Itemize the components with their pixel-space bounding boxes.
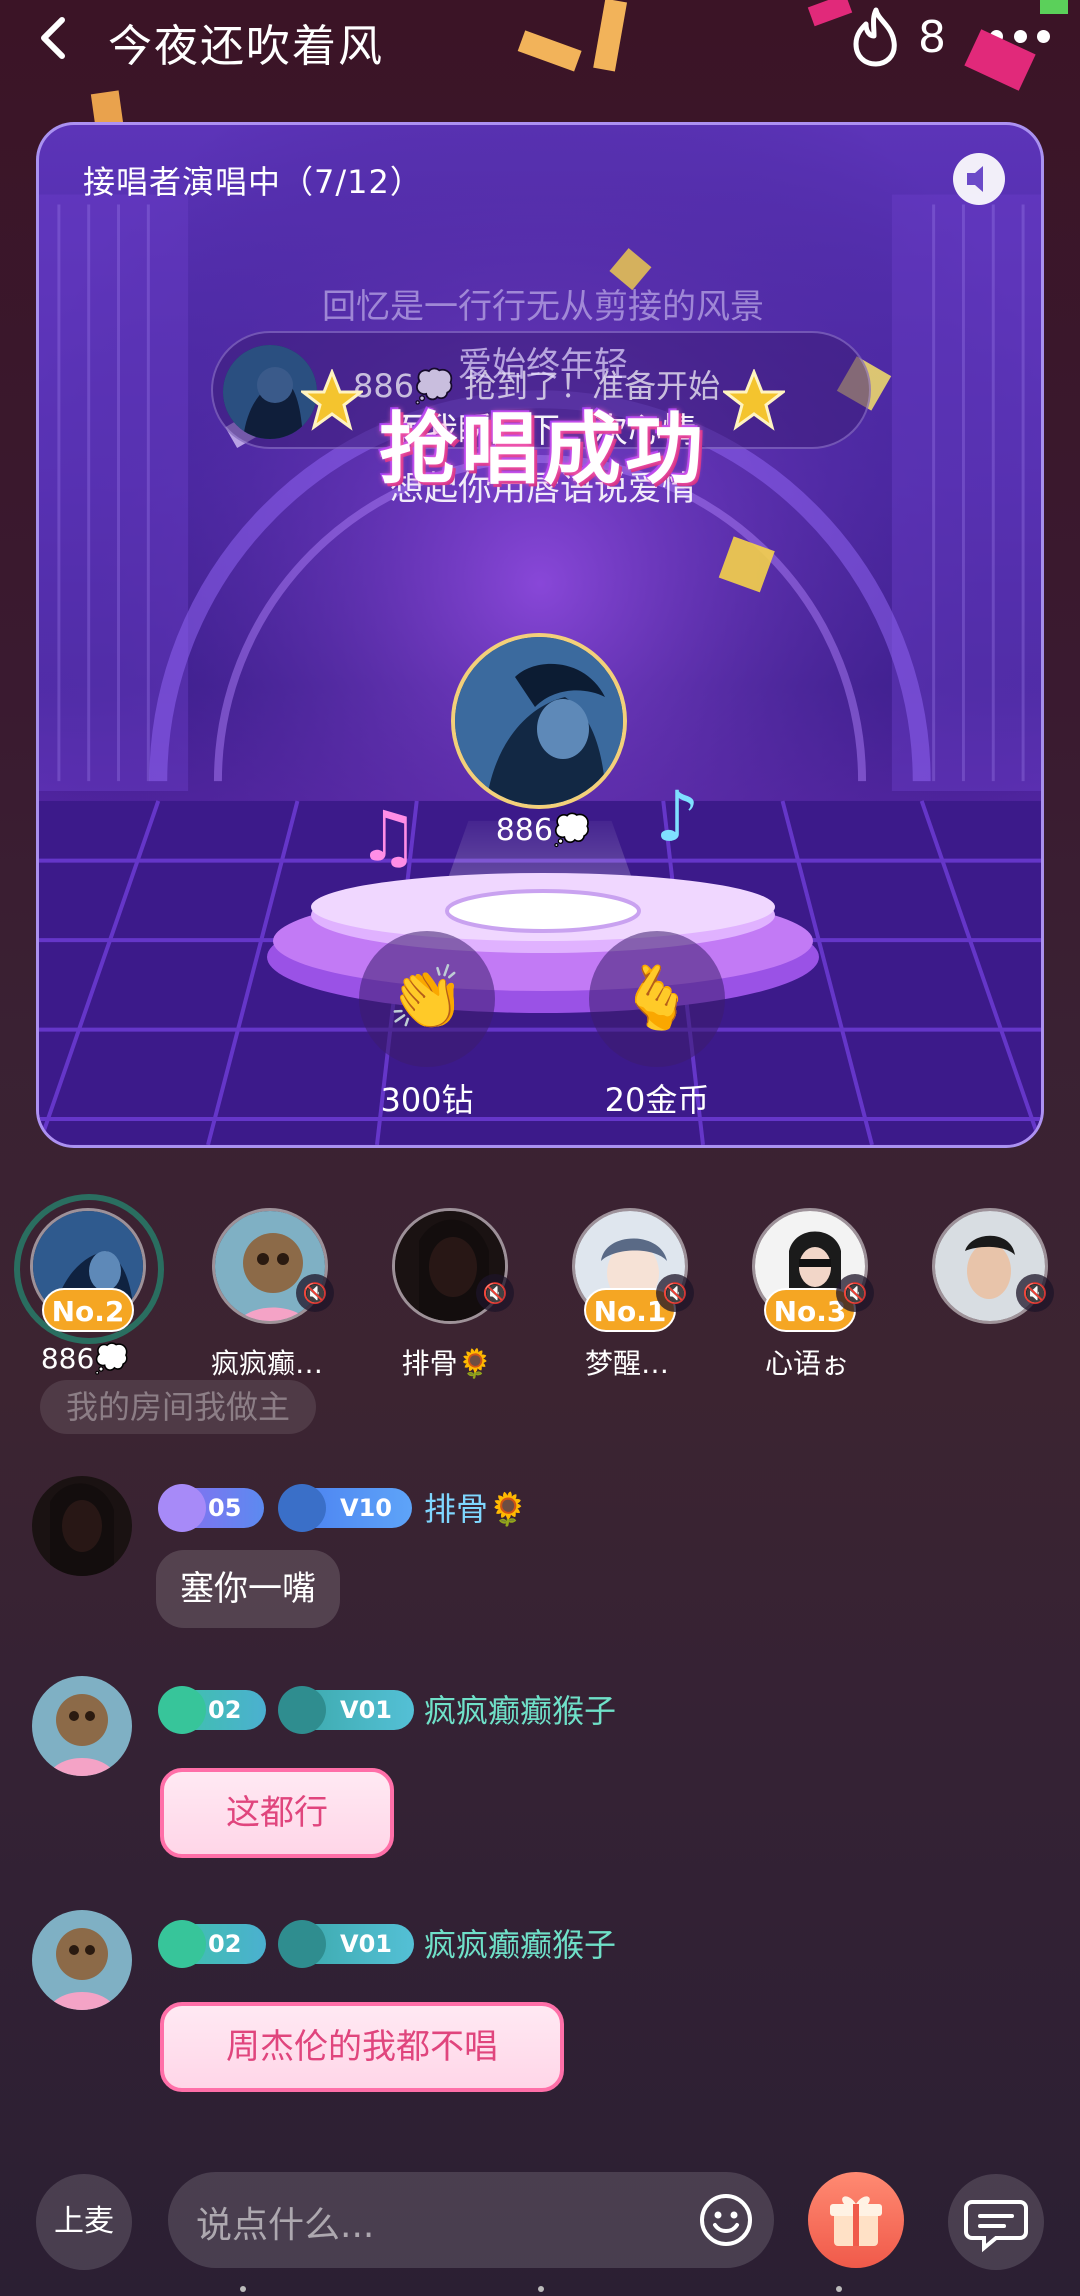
- singing-stage: ♫ ♪ 接唱者演唱中（7/12） 回忆是一行行无从剪接的风景 886💭 抢到了！…: [36, 122, 1044, 1148]
- gift-icon: [830, 2196, 882, 2246]
- singer-avatar[interactable]: [451, 633, 627, 809]
- seat-name: 心语ぉ: [764, 1347, 849, 1380]
- mic-muted-icon: 🔇: [656, 1274, 694, 1312]
- message-bubble: 这都行: [160, 1768, 394, 1858]
- seat-name: 梦醒…: [584, 1347, 669, 1380]
- mic-muted-icon: 🔇: [476, 1274, 514, 1312]
- vip-level-badge: V10: [278, 1484, 412, 1532]
- leaf-icon: [158, 1920, 206, 1968]
- page-dot: [538, 2286, 544, 2292]
- mic-seat-5[interactable]: No.3 🔇 心语ぉ: [732, 1204, 882, 1384]
- clap-price: 300钻: [380, 1081, 474, 1119]
- mic-muted-icon: 🔇: [836, 1274, 874, 1312]
- heart-price: 20金币: [604, 1081, 710, 1119]
- singing-status: 接唱者演唱中（7/12）: [83, 163, 423, 201]
- grab-success-banner: 抢唱成功: [378, 405, 707, 495]
- mic-muted-icon: 🔇: [1016, 1274, 1054, 1312]
- sender-name[interactable]: 排骨🌻: [424, 1484, 528, 1530]
- message-bubble: 塞你一嘴: [156, 1550, 340, 1628]
- singer-name: 886💭: [495, 813, 591, 848]
- seat-name: 疯疯癫…: [210, 1347, 323, 1380]
- speaker-icon[interactable]: [953, 153, 1005, 205]
- emoji-icon[interactable]: [698, 2192, 754, 2248]
- mic-seat-6[interactable]: 🔇: [912, 1204, 1062, 1384]
- vip-level-badge: V01: [278, 1686, 414, 1734]
- chat-input-placeholder: 说点什么...: [196, 2205, 375, 2246]
- avatar[interactable]: [32, 1476, 132, 1576]
- mic-muted-icon: 🔇: [296, 1274, 334, 1312]
- sender-name[interactable]: 疯疯癫癫猴子: [424, 1920, 616, 1966]
- mic-seat-4[interactable]: No.1 🔇 梦醒…: [552, 1204, 702, 1384]
- vip-icon: [278, 1920, 326, 1968]
- finger-heart-icon: 🫰: [618, 961, 696, 1034]
- wealth-level-badge: 02: [158, 1920, 266, 1968]
- lyric-line-2: 爱始终年轻: [458, 345, 628, 385]
- message-bubble: 周杰伦的我都不唱: [160, 2002, 564, 2092]
- flame-icon[interactable]: [848, 6, 904, 68]
- sender-name[interactable]: 疯疯癫癫猴子: [424, 1686, 616, 1732]
- clap-icon: 👏: [388, 961, 466, 1034]
- leaf-icon: [158, 1484, 206, 1532]
- vip-icon: [278, 1686, 326, 1734]
- more-icon[interactable]: [990, 30, 1050, 44]
- seat-name: 排骨🌻: [401, 1347, 493, 1380]
- room-title: 今夜还吹着风: [108, 21, 384, 72]
- leaf-icon: [158, 1686, 206, 1734]
- wealth-level-badge: 02: [158, 1686, 266, 1734]
- hot-count: 8: [918, 12, 946, 63]
- wealth-level-badge: 05: [158, 1484, 264, 1532]
- vip-icon: [278, 1484, 326, 1532]
- top-bar: 今夜还吹着风 8: [0, 0, 1080, 110]
- stage-platform: [267, 873, 819, 1013]
- chat-bubble-icon: [964, 2200, 1028, 2253]
- lyric-line-1: 回忆是一行行无从剪接的风景: [322, 287, 764, 327]
- vip-level-badge: V01: [278, 1920, 414, 1968]
- heart-button[interactable]: 🫰: [589, 931, 725, 1067]
- chat-input[interactable]: 说点什么...: [168, 2172, 774, 2268]
- back-icon[interactable]: [30, 14, 78, 62]
- mic-seat-3[interactable]: 🔇 排骨🌻: [372, 1204, 522, 1384]
- page-dot: [836, 2286, 842, 2292]
- seat-name: 886💭: [40, 1342, 130, 1375]
- page-dot: [240, 2286, 246, 2292]
- mic-seat-2[interactable]: 🔇 疯疯癫…: [192, 1204, 342, 1384]
- rank-badge: No.2: [42, 1288, 134, 1332]
- clap-button[interactable]: 👏: [359, 931, 495, 1067]
- join-mic-button[interactable]: 上麦: [36, 2174, 132, 2270]
- message-button[interactable]: [948, 2174, 1044, 2270]
- system-message: 我的房间我做主: [40, 1380, 317, 1434]
- gift-button[interactable]: [808, 2172, 904, 2268]
- avatar[interactable]: [32, 1910, 132, 2010]
- mic-seat-1[interactable]: No.2 886💭: [10, 1194, 164, 1384]
- avatar[interactable]: [32, 1676, 132, 1776]
